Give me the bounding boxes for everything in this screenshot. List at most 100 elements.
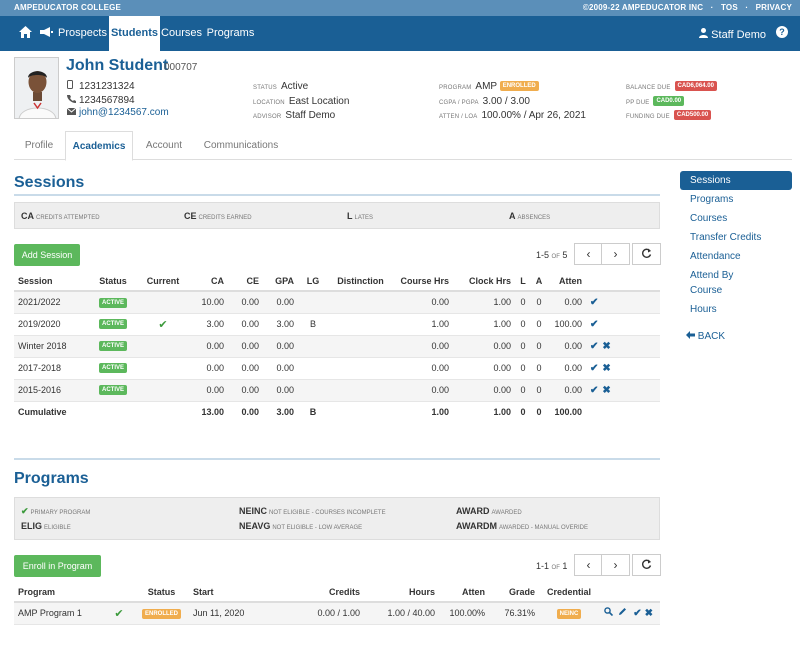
tab-profile[interactable]: Profile — [14, 131, 64, 160]
legend-neavg: NEAVG NOT ELIGIBLE - LOW AVERAGE — [239, 521, 363, 531]
check-icon[interactable]: ✔ — [590, 297, 598, 308]
legend-ce: CE CREDITS EARNED — [184, 211, 252, 221]
back-label: BACK — [697, 331, 726, 342]
status-badge: ACTIVE — [98, 385, 127, 396]
refresh-button[interactable] — [632, 554, 661, 576]
nav-courses[interactable]: Courses — [160, 16, 203, 51]
table-row[interactable]: 2015-2016 ACTIVE 0.00 0.00 0.00 0.00 0.0… — [14, 379, 660, 402]
next-page-button[interactable]: › — [601, 554, 630, 576]
privacy-link[interactable]: PRIVACY — [756, 3, 792, 12]
cgpa-field: CGPA / PGPA 3.00 / 3.00 — [439, 96, 530, 107]
academics-sidebar: Sessions Programs Courses Transfer Credi… — [680, 171, 792, 342]
tab-communications[interactable]: Communications — [196, 131, 286, 160]
refresh-button[interactable] — [632, 243, 661, 265]
current-check-icon — [138, 291, 188, 314]
legend-l: L LATES — [347, 211, 374, 221]
table-row[interactable]: AMP Program 1 ✔ ENROLLED Jun 11, 2020 0.… — [14, 602, 660, 625]
pp-due-badge[interactable]: CAD0.00 — [653, 96, 685, 107]
check-icon[interactable]: ✔ — [590, 363, 598, 374]
arrow-left-icon — [686, 331, 698, 342]
enroll-in-program-button[interactable]: Enroll in Program — [14, 555, 101, 577]
mobile-row: 1231231324 — [67, 80, 135, 92]
current-check-icon: ✔ — [138, 313, 188, 336]
sidebar-item-courses[interactable]: Courses — [680, 209, 792, 228]
status-badge: ACTIVE — [98, 341, 127, 352]
delete-icon[interactable]: ✖ — [645, 608, 653, 619]
table-header-row: Session Status Current CA CE GPA LG Dist… — [14, 271, 660, 292]
back-link[interactable]: BACK — [686, 331, 725, 342]
programs-pager-info: 1-1 OF 1 — [536, 561, 568, 571]
prev-page-button[interactable]: ‹ — [574, 243, 603, 265]
divider — [14, 194, 660, 196]
legend-a: A ABSENCES — [509, 211, 551, 221]
edit-icon[interactable] — [618, 608, 630, 619]
phone-row: 1234567894 — [67, 94, 135, 106]
table-row[interactable]: 2021/2022 ACTIVE 10.00 0.00 0.00 0.00 1.… — [14, 291, 660, 314]
sidebar-item-sessions[interactable]: Sessions — [680, 171, 792, 190]
home-icon[interactable] — [19, 26, 32, 40]
status-badge: ENROLLED — [142, 608, 181, 619]
pp-due-field: PP DUE CAD0.00 — [626, 96, 685, 107]
prev-page-button[interactable]: ‹ — [574, 554, 603, 576]
separator: · — [710, 3, 714, 12]
program-field: PROGRAM AMP ENROLLED — [439, 81, 539, 92]
delete-icon[interactable]: ✖ — [602, 385, 610, 396]
sessions-table: Session Status Current CA CE GPA LG Dist… — [14, 271, 660, 423]
table-row[interactable]: 2017-2018 ACTIVE 0.00 0.00 0.00 0.00 0.0… — [14, 357, 660, 380]
student-name: John Student — [66, 57, 169, 74]
delete-icon[interactable]: ✖ — [602, 363, 610, 374]
current-check-icon — [138, 335, 188, 358]
sessions-pager-info: 1-5 OF 5 — [536, 250, 568, 260]
separator: · — [745, 3, 749, 12]
table-row[interactable]: 2019/2020 ACTIVE ✔ 3.00 0.00 3.00 B 1.00… — [14, 313, 660, 336]
enrolled-badge: ENROLLED — [499, 81, 539, 92]
cgpa-value: 3.00 / 3.00 — [482, 96, 530, 107]
tab-account[interactable]: Account — [135, 131, 193, 160]
refresh-icon — [641, 559, 652, 573]
sidebar-item-hours[interactable]: Hours — [680, 300, 792, 319]
location-value: East Location — [288, 96, 350, 107]
nav-prospects[interactable]: Prospects — [56, 16, 109, 51]
email-link[interactable]: john@1234567.com — [79, 107, 169, 118]
check-icon[interactable]: ✔ — [590, 385, 598, 396]
phone-icon — [67, 94, 79, 105]
chevron-left-icon: ‹ — [586, 247, 591, 261]
sidebar-item-transfer-credits[interactable]: Transfer Credits — [680, 228, 792, 247]
next-page-button[interactable]: › — [601, 243, 630, 265]
user-menu[interactable]: Staff Demo — [699, 28, 766, 41]
user-icon — [699, 28, 711, 41]
chevron-right-icon: › — [613, 247, 618, 261]
college-name: AMPEDUCATOR COLLEGE — [14, 3, 122, 12]
nav-students[interactable]: Students — [109, 16, 160, 51]
table-row[interactable]: Winter 2018 ACTIVE 0.00 0.00 0.00 0.00 0… — [14, 335, 660, 358]
tab-academics[interactable]: Academics — [65, 131, 133, 161]
tos-link[interactable]: TOS — [721, 3, 738, 12]
sidebar-item-attend-by-course[interactable]: Attend By Course — [680, 266, 742, 300]
sidebar-item-attendance[interactable]: Attendance — [680, 247, 792, 266]
status-field: STATUS Active — [253, 81, 309, 92]
advisor-value: Staff Demo — [285, 110, 336, 121]
sidebar-item-programs[interactable]: Programs — [680, 190, 792, 209]
check-icon[interactable]: ✔ — [633, 608, 641, 619]
envelope-icon — [66, 107, 79, 117]
help-icon[interactable]: ? — [776, 26, 788, 38]
balance-due-badge[interactable]: CAD6,064.00 — [674, 81, 717, 92]
nav-programs[interactable]: Programs — [203, 16, 258, 51]
legend-primary: ✔ PRIMARY PROGRAM — [21, 506, 91, 516]
refresh-icon — [641, 248, 652, 262]
status-badge: ACTIVE — [98, 363, 127, 374]
program-value: AMP — [475, 81, 497, 92]
legend-ca: CA CREDITS ATTEMPTED — [21, 211, 100, 221]
email-row: john@1234567.com — [66, 107, 169, 118]
credential-badge: NEINC — [556, 608, 582, 619]
add-session-button[interactable]: Add Session — [14, 244, 80, 266]
megaphone-icon[interactable] — [39, 26, 53, 40]
funding-due-badge[interactable]: CAD500.00 — [673, 110, 712, 121]
search-icon[interactable] — [603, 607, 616, 619]
check-icon[interactable]: ✔ — [590, 319, 598, 330]
check-icon[interactable]: ✔ — [590, 341, 598, 352]
sessions-legend: CA CREDITS ATTEMPTED CE CREDITS EARNED L LA… — [14, 202, 660, 229]
top-links: ©2009-22 AMPEDUCATOR INC · TOS · PRIVACY — [578, 3, 792, 12]
programs-legend: ✔ PRIMARY PROGRAM ELIG ELIGIBLE NEINC NOT E… — [14, 497, 660, 540]
delete-icon[interactable]: ✖ — [602, 341, 610, 352]
